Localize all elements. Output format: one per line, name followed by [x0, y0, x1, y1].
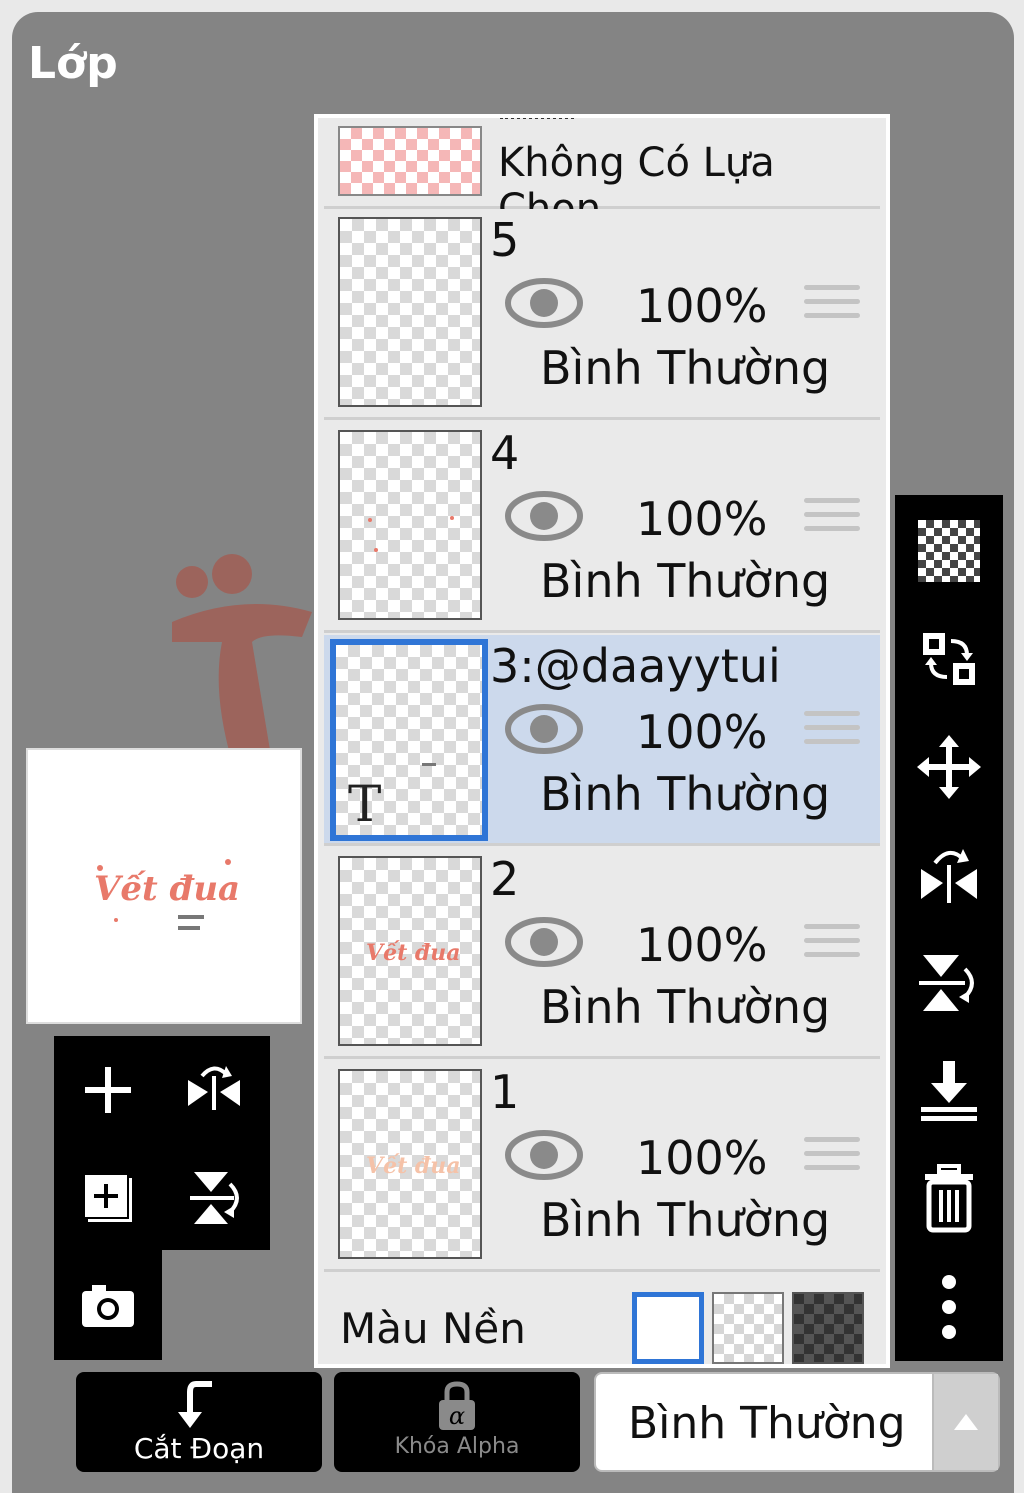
checkerboard-icon — [918, 520, 980, 582]
layer-name: 5 — [490, 213, 520, 267]
layer-thumbnail: Vết đua — [338, 856, 482, 1046]
alpha-lock-label: Khóa Alpha — [394, 1434, 520, 1459]
eye-icon[interactable] — [504, 1127, 584, 1183]
background-artwork — [172, 554, 312, 762]
layer-blend-mode: Bình Thường — [540, 1193, 831, 1247]
layer-row-5[interactable]: 5 100% Bình Thường — [324, 209, 880, 420]
layer-blend-mode: Bình Thường — [540, 341, 831, 395]
flip-horizontal-button[interactable] — [174, 1050, 254, 1130]
eye-icon[interactable] — [504, 914, 584, 970]
eye-icon[interactable] — [504, 275, 584, 331]
right-toolbar — [895, 495, 1003, 1361]
svg-text:Vết đua: Vết đua — [366, 1153, 461, 1179]
background-label: Màu Nền — [340, 1304, 526, 1353]
layer-name: 4 — [490, 426, 520, 480]
camera-icon — [82, 1285, 134, 1327]
layers-panel: Lớp Vết đua Không Có Lựa 5 100% Bình Thư… — [12, 12, 1014, 1493]
clip-arrow-icon — [178, 1381, 212, 1428]
blend-mode-select[interactable]: Bình Thường — [594, 1372, 1000, 1472]
layer-thumbnail — [338, 217, 482, 407]
more-options-button[interactable] — [909, 1267, 989, 1347]
flip-vertical-button-right[interactable] — [909, 943, 989, 1023]
alpha-lock-button[interactable]: α Khóa Alpha — [334, 1372, 580, 1472]
layer-blend-mode: Bình Thường — [540, 980, 831, 1034]
swap-button[interactable] — [909, 619, 989, 699]
layer-opacity[interactable]: 100% — [636, 279, 768, 333]
layer-row-2[interactable]: Vết đua 2 100% Bình Thường — [324, 848, 880, 1059]
merge-down-icon — [921, 1061, 977, 1121]
eye-icon[interactable] — [504, 488, 584, 544]
flip-vertical-button[interactable] — [174, 1158, 254, 1238]
selection-thumbnail — [338, 126, 482, 196]
layer-row-3[interactable]: T 3:@daayytui 100% Bình Thường — [324, 635, 880, 846]
svg-text:Vết đua: Vết đua — [366, 940, 461, 966]
layer-blend-mode: Bình Thường — [540, 554, 831, 608]
merge-down-button[interactable] — [909, 1051, 989, 1131]
layer-list-body: Không Có Lựa Chọn 5 100% Bình Thường 4 1… — [318, 118, 886, 1364]
flip-horizontal-icon — [188, 1066, 240, 1110]
eye-icon[interactable] — [504, 701, 584, 757]
camera-button[interactable] — [68, 1266, 148, 1346]
layer-name: 2 — [490, 852, 520, 906]
layer-blend-mode: Bình Thường — [540, 767, 831, 821]
lock-icon: α — [439, 1381, 475, 1430]
drag-handle-icon[interactable] — [804, 924, 860, 964]
trash-icon — [925, 1164, 973, 1233]
layer-opacity[interactable]: 100% — [636, 1131, 768, 1185]
duplicate-layer-button[interactable] — [68, 1158, 148, 1238]
canvas-preview[interactable]: Vết đua — [26, 748, 302, 1024]
flip-vertical-icon — [190, 1172, 239, 1224]
clip-label: Cắt Đoạn — [133, 1432, 265, 1465]
add-layer-button[interactable] — [68, 1050, 148, 1130]
layer-row-4[interactable]: 4 100% Bình Thường — [324, 422, 880, 633]
layer-2-content: Vết đua — [366, 940, 461, 966]
background-white-option[interactable] — [632, 1292, 704, 1364]
transparency-button[interactable] — [909, 511, 989, 591]
delete-layer-button[interactable] — [909, 1159, 989, 1239]
layer-thumbnail — [338, 430, 482, 620]
background-dark-option[interactable] — [792, 1292, 864, 1364]
layer-name: 1 — [490, 1065, 520, 1119]
background-row: Màu Nền — [324, 1274, 880, 1364]
layer-opacity[interactable]: 100% — [636, 492, 768, 546]
flip-horizontal-icon — [921, 849, 977, 903]
text-content-mark — [422, 763, 436, 766]
clipping-button[interactable]: Cắt Đoạn — [76, 1372, 322, 1472]
flip-vertical-icon — [919, 955, 974, 1011]
duplicate-icon — [83, 1173, 132, 1222]
plus-icon — [85, 1067, 131, 1113]
text-layer-glyph: T — [348, 775, 382, 833]
move-button[interactable] — [909, 727, 989, 807]
layer-4-content — [368, 516, 454, 552]
layer-thumbnail: T — [330, 639, 488, 841]
layer-row-selection[interactable]: Không Có Lựa Chọn — [324, 118, 880, 232]
blend-mode-value: Bình Thường — [628, 1398, 906, 1449]
flip-horizontal-button-right[interactable] — [909, 835, 989, 915]
drag-handle-icon[interactable] — [804, 498, 860, 538]
selection-marquee-line — [500, 118, 574, 119]
layer-opacity[interactable]: 100% — [636, 918, 768, 972]
drag-handle-icon[interactable] — [804, 285, 860, 325]
drag-handle-icon[interactable] — [804, 1137, 860, 1177]
triangle-up-icon — [954, 1414, 978, 1430]
more-vertical-icon — [942, 1275, 956, 1339]
panel-title: Lớp — [28, 38, 118, 89]
layer-opacity[interactable]: 100% — [636, 705, 768, 759]
drag-handle-icon[interactable] — [804, 711, 860, 751]
svg-text:α: α — [449, 1402, 465, 1430]
svg-text:Vết đua: Vết đua — [94, 869, 240, 909]
blend-mode-dropdown-button[interactable] — [932, 1374, 998, 1470]
preview-artwork: Vết đua — [94, 859, 240, 930]
move-icon — [917, 735, 981, 799]
layer-1-content: Vết đua — [366, 1153, 461, 1179]
layer-name: 3:@daayytui — [490, 639, 781, 693]
layer-list[interactable]: Không Có Lựa Chọn 5 100% Bình Thường 4 1… — [314, 114, 890, 1368]
swap-icon — [923, 633, 975, 685]
background-transparent-option[interactable] — [712, 1292, 784, 1364]
layer-row-1[interactable]: Vết đua 1 100% Bình Thường — [324, 1061, 880, 1272]
layer-thumbnail: Vết đua — [338, 1069, 482, 1259]
